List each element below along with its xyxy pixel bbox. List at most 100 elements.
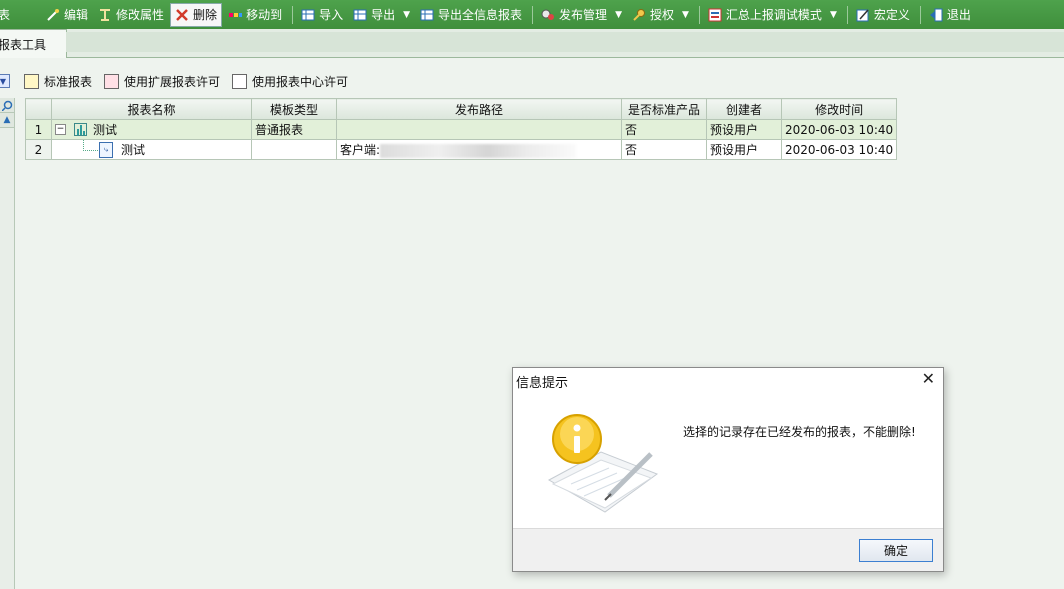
report-name: 测试: [121, 143, 146, 157]
collapse-button[interactable]: ▼: [0, 74, 10, 88]
authorize-label: 授权: [649, 8, 674, 22]
authorize-dropdown-icon[interactable]: ▼: [682, 10, 689, 20]
dialog-footer: 确定: [513, 528, 943, 571]
header-row-number: [25, 98, 52, 120]
toolbar-separator: [919, 5, 921, 24]
authorize-button[interactable]: 授权: [628, 4, 678, 26]
toolbar-separator: [846, 5, 848, 24]
publish-path-cell: [336, 119, 622, 140]
publish-button[interactable]: 发布管理: [537, 4, 611, 26]
report-name: 测试: [93, 123, 118, 137]
header-report-name[interactable]: 报表名称: [51, 98, 252, 120]
delete-button[interactable]: 删除: [170, 2, 223, 27]
toolbar-separator: [698, 5, 700, 24]
key-icon: [632, 8, 646, 22]
tree-connector: [83, 140, 98, 151]
template-type-cell: 普通报表: [251, 119, 337, 140]
export-dropdown-icon[interactable]: ▼: [403, 10, 410, 20]
macro-button[interactable]: 宏定义: [852, 4, 914, 26]
ok-button[interactable]: 确定: [859, 539, 933, 562]
legend-swatch-center: [232, 73, 248, 89]
header-modified-time[interactable]: 修改时间: [780, 98, 898, 120]
export-full-icon: [420, 8, 434, 22]
published-report-icon: ⤷: [99, 141, 113, 158]
tab-strip: 报表工具: [0, 29, 1064, 58]
toolbar-separator: [532, 5, 534, 24]
edit-icon: [46, 8, 60, 22]
publish-path-cell: 客户端:: [336, 139, 622, 160]
close-icon[interactable]: ✕: [922, 371, 935, 387]
properties-icon: [98, 8, 112, 22]
macro-icon: [856, 8, 870, 22]
left-panel-scrollbar[interactable]: ▲: [0, 98, 15, 589]
creator-cell: 预设用户: [706, 119, 782, 140]
legend-item-extended: 使用扩展报表许可: [104, 73, 220, 90]
exit-button[interactable]: 退出: [925, 4, 975, 26]
import-icon: [301, 8, 315, 22]
export-full-button[interactable]: 导出全信息报表: [416, 4, 526, 26]
table-row[interactable]: 1 − 测试 普通报表 否 预设用户 2020-06-03 10:40: [25, 119, 898, 140]
header-is-standard[interactable]: 是否标准产品: [621, 98, 707, 120]
main-toolbar: 表 编辑 修改属性 删除 移动到 导入 导出 ▼ 导出全信息报表 发布管理 ▼ …: [0, 0, 1064, 29]
row-number: 1: [25, 119, 52, 140]
legend-label-center: 使用报表中心许可: [252, 74, 349, 89]
collapse-node-icon[interactable]: −: [55, 124, 66, 135]
search-icon[interactable]: [0, 98, 14, 113]
import-label: 导入: [319, 8, 344, 22]
legend-label-standard: 标准报表: [44, 74, 93, 89]
row-number: 2: [25, 139, 52, 160]
scroll-up-icon[interactable]: ▲: [0, 113, 14, 128]
is-standard-cell: 否: [621, 119, 707, 140]
publish-label: 发布管理: [559, 8, 608, 22]
report-name-cell[interactable]: ⤷ 测试: [51, 139, 252, 160]
toolbar-separator: [292, 5, 294, 24]
export-icon: [353, 8, 367, 22]
export-button[interactable]: 导出: [349, 4, 399, 26]
report-icon: [74, 123, 87, 136]
publish-icon: [541, 8, 555, 22]
template-type-cell: [251, 139, 337, 160]
header-template-type[interactable]: 模板类型: [251, 98, 337, 120]
toolbar-report[interactable]: 表: [0, 4, 14, 26]
properties-label: 修改属性: [116, 8, 165, 22]
delete-label: 删除: [193, 8, 218, 22]
header-publish-path[interactable]: 发布路径: [336, 98, 622, 120]
export-label: 导出: [371, 8, 396, 22]
publish-path-text: 客户端:: [340, 143, 381, 157]
grid-header-row: 报表名称 模板类型 发布路径 是否标准产品 创建者 修改时间: [25, 98, 898, 120]
edit-button[interactable]: 编辑: [42, 4, 92, 26]
legend-swatch-extended: [104, 73, 120, 89]
move-icon: [228, 8, 243, 22]
tab-strip-bar: [66, 32, 1064, 52]
report-name-cell[interactable]: − 测试: [51, 119, 252, 140]
legend-label-extended: 使用扩展报表许可: [124, 74, 221, 89]
report-grid: 报表名称 模板类型 发布路径 是否标准产品 创建者 修改时间 1 − 测试 普通…: [25, 98, 898, 160]
legend-item-center: 使用报表中心许可: [232, 73, 348, 90]
creator-cell: 预设用户: [706, 139, 782, 160]
debug-dropdown-icon[interactable]: ▼: [830, 10, 837, 20]
header-creator[interactable]: 创建者: [706, 98, 782, 120]
info-dialog: 信息提示 ✕ 选择的记录存在已经发布的报表，不能删除! 确定: [512, 367, 944, 572]
publish-dropdown-icon[interactable]: ▼: [615, 10, 622, 20]
export-full-label: 导出全信息报表: [438, 8, 523, 22]
toolbar-report-label: 表: [0, 8, 11, 22]
dialog-message: 选择的记录存在已经发布的报表，不能删除!: [683, 425, 916, 439]
move-button[interactable]: 移动到: [224, 4, 286, 26]
info-icon: [539, 412, 659, 522]
dialog-title: 信息提示: [516, 376, 569, 391]
debug-icon: [708, 8, 722, 22]
legend: ▼ 标准报表 使用扩展报表许可 使用报表中心许可: [0, 72, 360, 90]
edit-label: 编辑: [64, 8, 89, 22]
import-button[interactable]: 导入: [297, 4, 347, 26]
modified-time-cell: 2020-06-03 10:40: [780, 119, 898, 140]
debug-mode-button[interactable]: 汇总上报调试模式: [704, 4, 826, 26]
delete-icon: [175, 8, 189, 22]
legend-swatch-standard: [24, 73, 39, 89]
table-row[interactable]: 2 ⤷ 测试 客户端: 否 预设用户 2020-06-03 10:40: [25, 139, 898, 160]
macro-label: 宏定义: [873, 8, 910, 22]
tab-report-tools[interactable]: 报表工具: [0, 29, 67, 58]
legend-item-standard: 标准报表: [24, 73, 92, 90]
debug-mode-label: 汇总上报调试模式: [725, 8, 822, 22]
modified-time-cell: 2020-06-03 10:40: [780, 139, 898, 160]
properties-button[interactable]: 修改属性: [94, 4, 168, 26]
